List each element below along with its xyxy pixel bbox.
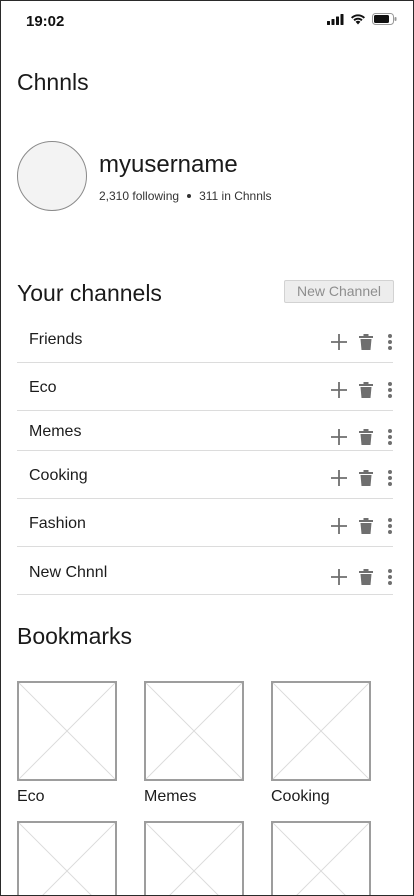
channel-list: Friends Eco Memes Cooking Fashion New Ch…	[17, 319, 393, 595]
channel-row-friends[interactable]: Friends	[17, 319, 393, 363]
image-placeholder-icon[interactable]	[144, 681, 244, 781]
channel-actions	[330, 381, 393, 399]
following-count: 2,310 following	[99, 189, 180, 203]
channel-actions	[330, 428, 393, 446]
bookmark-item[interactable]	[17, 821, 117, 896]
your-channels-heading: Your channels	[17, 280, 162, 306]
trash-icon[interactable]	[359, 470, 373, 486]
channel-label: Friends	[29, 331, 83, 348]
bookmark-label: Eco	[17, 788, 45, 805]
channel-label: Eco	[29, 379, 57, 396]
bookmark-item[interactable]: Memes	[144, 681, 244, 805]
channel-row-cooking[interactable]: Cooking	[17, 451, 393, 499]
channel-row-new-chnnl[interactable]: New Chnnl	[17, 547, 393, 595]
trash-icon[interactable]	[359, 569, 373, 585]
avatar[interactable]	[17, 141, 87, 211]
channel-actions	[330, 568, 393, 586]
wifi-icon	[350, 12, 366, 30]
plus-icon[interactable]	[330, 428, 348, 446]
channel-actions	[330, 517, 393, 535]
channel-actions	[330, 333, 393, 351]
image-placeholder-icon[interactable]	[271, 821, 371, 896]
trash-icon[interactable]	[359, 334, 373, 350]
in-chnnls-count: 311 in Chnnls	[199, 189, 272, 203]
bookmark-label: Cooking	[271, 788, 330, 805]
status-time: 19:02	[26, 13, 65, 30]
channel-row-fashion[interactable]: Fashion	[17, 499, 393, 547]
username: myusername	[99, 151, 238, 178]
plus-icon[interactable]	[330, 381, 348, 399]
plus-icon[interactable]	[330, 469, 348, 487]
channel-label: New Chnnl	[29, 564, 108, 581]
image-placeholder-icon[interactable]	[271, 681, 371, 781]
channel-label: Memes	[29, 423, 82, 440]
image-placeholder-icon[interactable]	[144, 821, 244, 896]
bookmark-item[interactable]	[271, 821, 371, 896]
plus-icon[interactable]	[330, 568, 348, 586]
bookmark-item[interactable]: Cooking	[271, 681, 371, 805]
channel-label: Fashion	[29, 515, 86, 532]
more-vertical-icon[interactable]	[388, 470, 392, 486]
channel-label: Cooking	[29, 467, 88, 484]
status-icons	[327, 12, 397, 30]
trash-icon[interactable]	[359, 382, 373, 398]
bookmark-label: Memes	[144, 788, 197, 805]
signal-icon	[327, 12, 344, 30]
more-vertical-icon[interactable]	[388, 334, 392, 350]
channel-actions	[330, 469, 393, 487]
new-channel-button[interactable]: New Channel	[284, 280, 394, 303]
bookmark-item[interactable]	[144, 821, 244, 896]
plus-icon[interactable]	[330, 517, 348, 535]
bookmark-item[interactable]: Eco	[17, 681, 117, 805]
trash-icon[interactable]	[359, 518, 373, 534]
app-title: Chnnls	[17, 69, 89, 95]
battery-icon	[372, 12, 397, 30]
more-vertical-icon[interactable]	[388, 518, 392, 534]
image-placeholder-icon[interactable]	[17, 681, 117, 781]
more-vertical-icon[interactable]	[388, 382, 392, 398]
bookmarks-heading: Bookmarks	[17, 623, 133, 649]
plus-icon[interactable]	[330, 333, 348, 351]
channel-row-memes[interactable]: Memes	[17, 411, 393, 451]
phone-screen: 19:02 Chnnls myusername 2,310 following …	[0, 0, 414, 896]
separator-dot	[187, 194, 192, 198]
more-vertical-icon[interactable]	[388, 569, 392, 585]
trash-icon[interactable]	[359, 429, 373, 445]
image-placeholder-icon[interactable]	[17, 821, 117, 896]
channel-row-eco[interactable]: Eco	[17, 363, 393, 411]
more-vertical-icon[interactable]	[388, 429, 392, 445]
profile-stats: 2,310 following 311 in Chnnls	[99, 189, 272, 203]
